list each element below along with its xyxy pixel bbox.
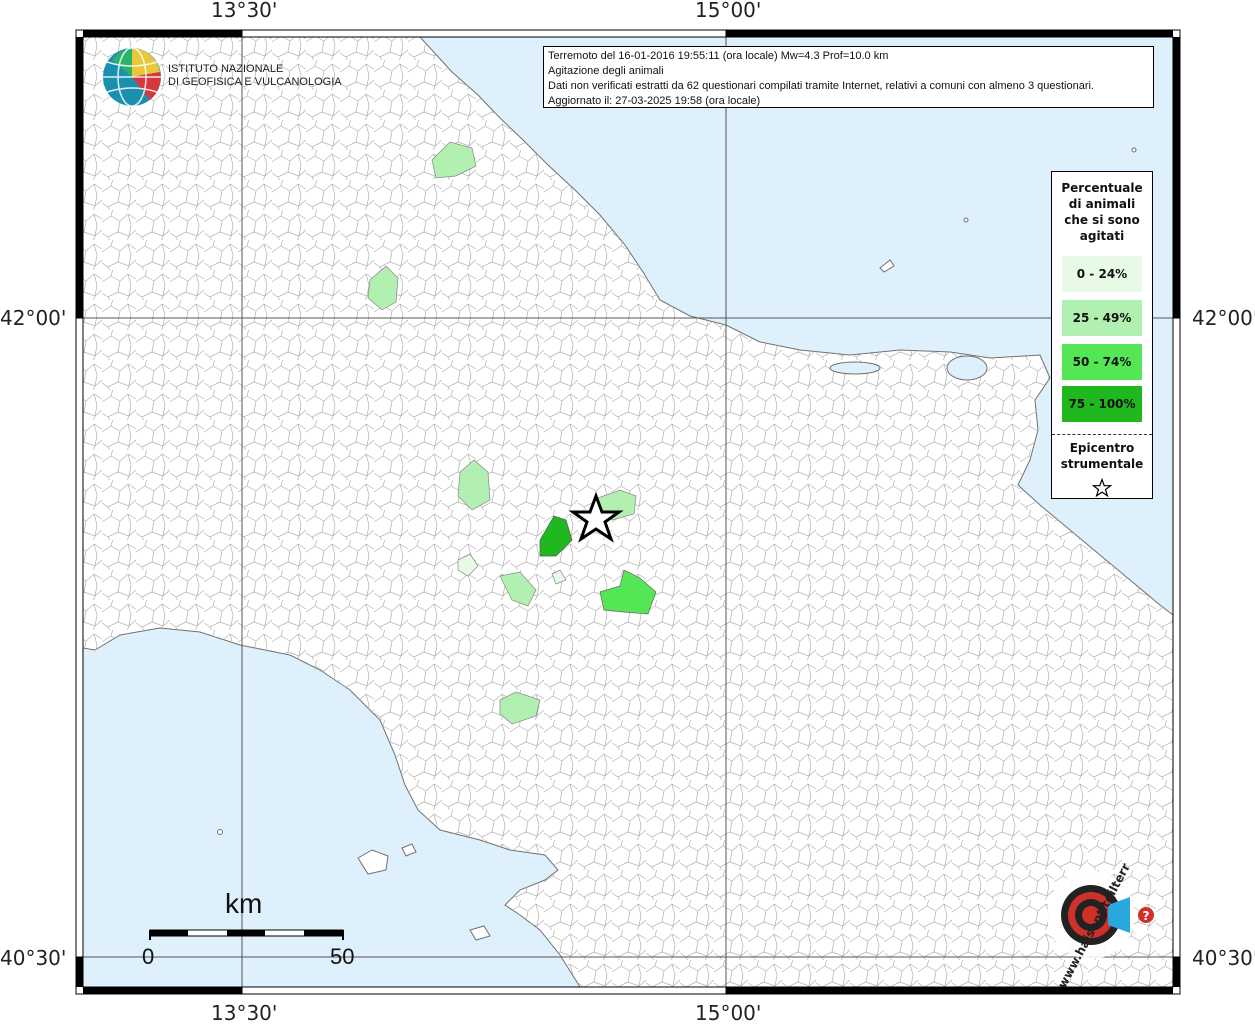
star-outline-icon	[1092, 478, 1112, 498]
legend-divider	[1052, 434, 1152, 435]
legend-title: Percentuale di animali che si sono agita…	[1052, 180, 1152, 244]
islet-3	[217, 829, 223, 835]
earthquake-info-box: Terremoto del 16-01-2016 19:55:11 (ora l…	[543, 46, 1154, 108]
legend-item-0-24: 0 - 24%	[1062, 256, 1142, 292]
lat-label-right-lower: 40°30'	[1192, 946, 1255, 970]
lat-label-right-upper: 42°00'	[1192, 306, 1255, 330]
ingv-logo-text: ISTITUTO NAZIONALE DI GEOFISICA E VULCAN…	[168, 63, 342, 89]
legend-epicenter-label: Epicentro strumentale	[1052, 440, 1152, 472]
lagoon-varano	[946, 355, 988, 381]
legend-item-50-74: 50 - 74%	[1062, 344, 1142, 380]
islet-2	[1131, 147, 1137, 153]
legend-title-line3: che si sono	[1064, 213, 1140, 227]
info-line-subject: Agitazione degli animali	[548, 65, 664, 77]
ingv-logo-line2: DI GEOFISICA E VULCANOLOGIA	[168, 76, 342, 88]
lagoon-lesina	[829, 361, 881, 375]
islet-1	[963, 217, 969, 223]
legend-title-line1: Percentuale	[1061, 181, 1143, 195]
legend-title-line4: agitati	[1079, 229, 1125, 243]
lon-label-top-left: 13°30'	[211, 0, 278, 22]
info-line-updated: Aggiornato il: 27-03-2025 19:58 (ora loc…	[548, 95, 761, 107]
legend: Percentuale di animali che si sono agita…	[1051, 171, 1153, 499]
lon-label-bottom-left: 13°30'	[211, 1001, 278, 1025]
map-canvas: ?	[75, 29, 1181, 995]
lat-label-left-upper: 42°00'	[0, 306, 67, 330]
ingv-logo-line1: ISTITUTO NAZIONALE	[168, 63, 284, 75]
legend-item-25-49: 25 - 49%	[1062, 300, 1142, 336]
ingv-globe-icon	[103, 47, 161, 107]
legend-title-line2: di animali	[1068, 197, 1136, 211]
legend-item-75-100: 75 - 100%	[1062, 386, 1142, 422]
svg-text:?: ?	[1143, 909, 1150, 923]
legend-epicenter-line1: Epicentro	[1069, 441, 1135, 455]
lon-label-top-right: 15°00'	[695, 0, 762, 22]
info-line-source: Dati non verificati estratti da 62 quest…	[548, 80, 1094, 92]
scale-unit-label: km	[225, 888, 263, 919]
scale-max-label: 50	[330, 944, 355, 969]
lon-label-bottom-right: 15°00'	[695, 1001, 762, 1025]
lat-label-left-lower: 40°30'	[0, 946, 67, 970]
info-line-event: Terremoto del 16-01-2016 19:55:11 (ora l…	[548, 50, 889, 62]
legend-epicenter-line2: strumentale	[1060, 457, 1144, 471]
scale-min-label: 0	[142, 944, 155, 969]
